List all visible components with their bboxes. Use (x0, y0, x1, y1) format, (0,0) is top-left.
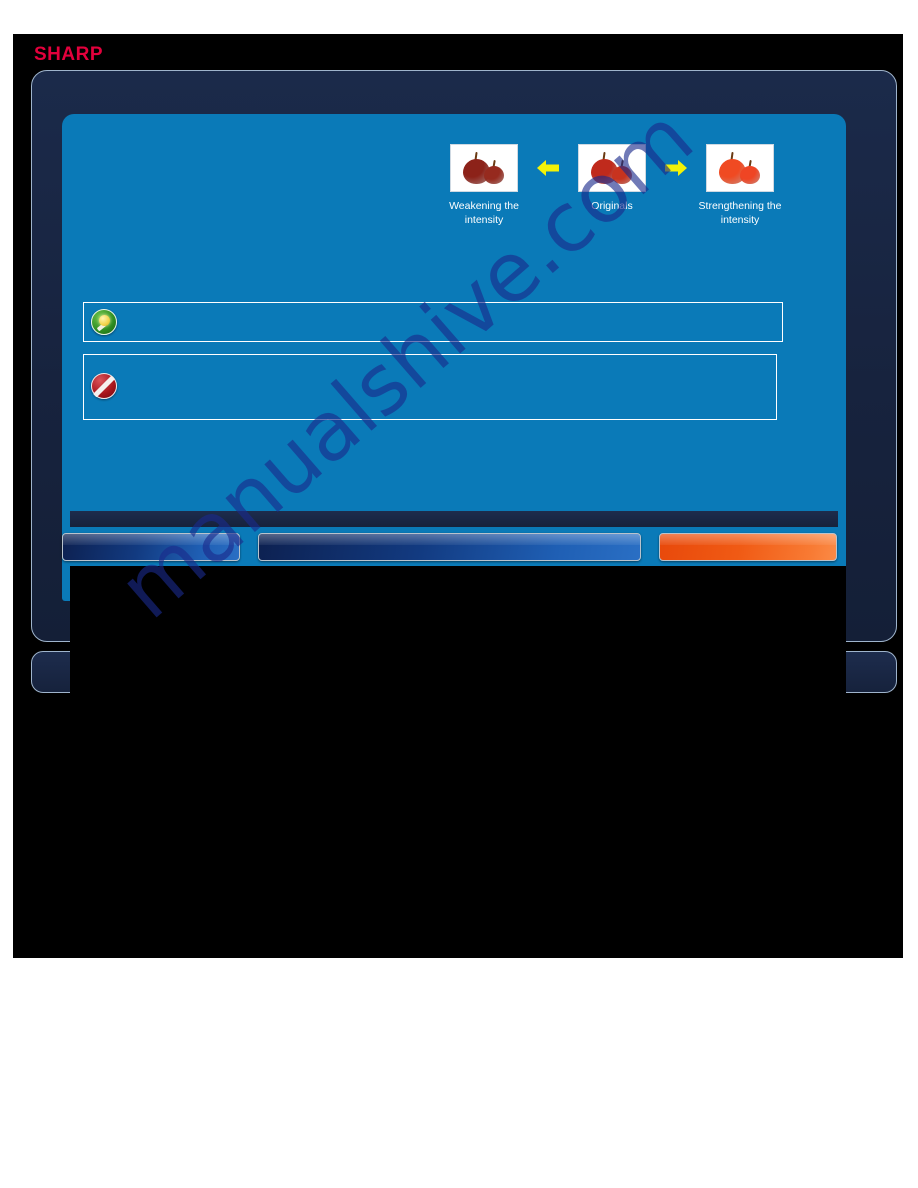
hardware-button-row (13, 530, 903, 566)
arrow-right-cell (659, 144, 693, 192)
apple-pair-image (707, 145, 773, 191)
hardware-button-left[interactable] (62, 533, 240, 561)
sample-weakening: Weakening the intensity (437, 144, 531, 227)
sharp-logo: SHARP (34, 44, 104, 65)
manual-page-canvas: SHARP Weakening the intensity Originals … (13, 34, 903, 958)
apple-pair-image (579, 145, 645, 191)
sample-weakening-thumbnail (450, 144, 518, 192)
hardware-button-left-label (63, 534, 239, 560)
caution-prohibition-icon (91, 373, 117, 399)
sample-strengthening-caption: Strengthening the intensity (698, 200, 782, 226)
hardware-button-center[interactable] (258, 533, 641, 561)
apple-pair-image (451, 145, 517, 191)
apple-small-shape (612, 166, 632, 184)
intensity-samples-row: Weakening the intensity Originals Streng… (437, 144, 781, 254)
tip-lightbulb-icon (91, 309, 117, 335)
arrow-right-icon (665, 160, 687, 176)
panel-bottom-band (70, 510, 838, 527)
tip-callout-text (124, 303, 774, 341)
sample-weakening-caption: Weakening the intensity (449, 200, 519, 226)
sample-originals: Originals (565, 144, 659, 213)
lightbulb-base-shape (96, 322, 107, 332)
tip-callout-box (83, 302, 783, 342)
lower-mask-overlay (70, 566, 846, 651)
apple-small-shape (484, 166, 504, 184)
caution-callout-box (83, 354, 777, 420)
sample-strengthening: Strengthening the intensity (693, 144, 787, 227)
prohibition-slash-shape (93, 375, 115, 398)
hardware-button-center-label (259, 534, 640, 560)
sample-originals-caption: Originals (591, 200, 633, 212)
sample-originals-thumbnail (578, 144, 646, 192)
hardware-button-right-label (660, 534, 836, 560)
arrow-left-cell (531, 144, 565, 192)
sample-strengthening-thumbnail (706, 144, 774, 192)
hardware-button-right[interactable] (659, 533, 837, 561)
page-bottom-mask (13, 693, 903, 958)
arrow-left-icon (537, 160, 559, 176)
caution-callout-text (124, 355, 768, 419)
brand-header: SHARP (13, 34, 903, 70)
apple-small-shape (740, 166, 760, 184)
